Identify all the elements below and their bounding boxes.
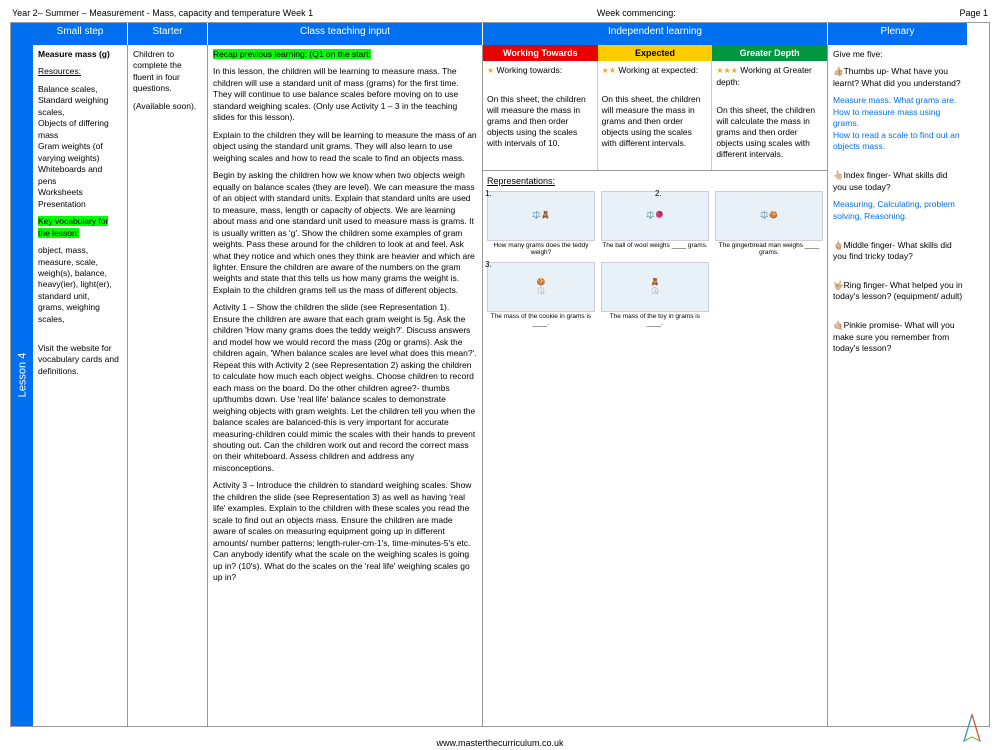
index-finger: 👆🏼Index finger- What skills did you use … [833, 170, 963, 193]
independent-cell: Working Towards Expected Greater Depth ★… [483, 45, 828, 726]
wt-header: Working Towards [483, 45, 598, 61]
rep-3b: 🧸⏲️ The mass of the toy in grams is ____… [601, 262, 709, 327]
middle-finger: 🖕🏼Middle finger- What skills did you fin… [833, 240, 963, 263]
step-title: Measure mass (g) [38, 49, 122, 60]
rep-2a: ⚖️🧶 The ball of wool weighs ____ grams. [601, 191, 709, 256]
starter-cell: Children to complete the fluent in four … [128, 45, 208, 726]
weighing-scale-cookie-icon: 🍪⏲️ [487, 262, 595, 312]
thumbs-answer: Measure mass. What grams are. How to mea… [833, 95, 963, 152]
website-note: Visit the website for vocabulary cards a… [38, 343, 122, 377]
exp-header: Expected [598, 45, 713, 61]
lesson-label: Lesson 4 [16, 352, 28, 397]
main-table: Lesson 4 Small step Starter Class teachi… [10, 22, 990, 727]
wt-cell: ★ Working towards: On this sheet, the ch… [483, 61, 598, 170]
give-five: Give me five: [833, 49, 963, 60]
ring-finger: 🤟🏼Ring finger- What helped you in today'… [833, 280, 963, 303]
vocab-label: Key vocabulary for the lesson: [38, 216, 108, 237]
reps-label: Representations: [487, 175, 823, 187]
footer-url: www.masterthecurriculum.co.uk [0, 738, 1000, 748]
rep-1: ⚖️🧸 How many grams does the teddy weigh? [487, 191, 595, 256]
ci-p2: Explain to the children they will be lea… [213, 130, 477, 164]
starter-line1: Children to complete the fluent in four … [133, 49, 202, 95]
resources-label: Resources: [38, 66, 81, 76]
resources-list: Balance scales, Standard weighing scales… [38, 84, 122, 210]
doc-title: Year 2– Summer – Measurement - Mass, cap… [12, 8, 313, 18]
pinkie: 🤙🏼Pinkie promise- What will you make sur… [833, 320, 963, 354]
representations: Representations: 1. 2. ⚖️🧸 How many gram… [483, 170, 827, 726]
rep-3a: 🍪⏲️ The mass of the cookie in grams is _… [487, 262, 595, 327]
gd-header: Greater Depth [712, 45, 827, 61]
col-class-input: Class teaching input [208, 23, 483, 45]
exp-cell: ★★ Working at expected: On this sheet, t… [598, 61, 713, 170]
col-small-step: Small step [33, 23, 128, 45]
brand-logo-icon [959, 713, 985, 745]
class-input-cell: Recap previous learning: (Q1 on the star… [208, 45, 483, 726]
ci-p1: In this lesson, the children will be lea… [213, 66, 477, 123]
small-step-cell: Measure mass (g) Resources: Balance scal… [33, 45, 128, 726]
rep-2b: ⚖️🍪 The gingerbread man weighs ____ gram… [715, 191, 823, 256]
content-grid: Small step Starter Class teaching input … [33, 23, 989, 726]
lesson-sidebar: Lesson 4 [11, 23, 33, 726]
week-commencing: Week commencing: [597, 8, 676, 18]
col-plenary: Plenary [828, 23, 968, 45]
col-starter: Starter [128, 23, 208, 45]
page-number: Page 1 [959, 8, 988, 18]
plenary-cell: Give me five: 👍🏼Thumbs up- What have you… [828, 45, 968, 726]
ci-p4: Activity 1 – Show the children the slide… [213, 302, 477, 474]
vocab-list: object, mass, measure, scale, weigh(s), … [38, 245, 122, 325]
recap-label: Recap previous learning: (Q1 on the star… [213, 49, 371, 59]
weighing-scale-toy-icon: 🧸⏲️ [601, 262, 709, 312]
ci-p3: Begin by asking the children how we know… [213, 170, 477, 296]
col-independent: Independent learning [483, 23, 828, 45]
gd-cell: ★★★ Working at Greater depth: On this sh… [712, 61, 827, 170]
thumbs: 👍🏼Thumbs up- What have you learnt? What … [833, 66, 963, 89]
header-row: Year 2– Summer – Measurement - Mass, cap… [10, 8, 990, 18]
lesson-plan-page: Year 2– Summer – Measurement - Mass, cap… [0, 0, 1000, 750]
starter-line2: (Available soon). [133, 101, 202, 112]
balance-scale-teddy-icon: ⚖️🧸 [487, 191, 595, 241]
ci-p5: Activity 3 – Introduce the children to s… [213, 480, 477, 583]
balance-scale-gingerbread-icon: ⚖️🍪 [715, 191, 823, 241]
index-answer: Measuring, Calculating, problem solving,… [833, 199, 963, 222]
